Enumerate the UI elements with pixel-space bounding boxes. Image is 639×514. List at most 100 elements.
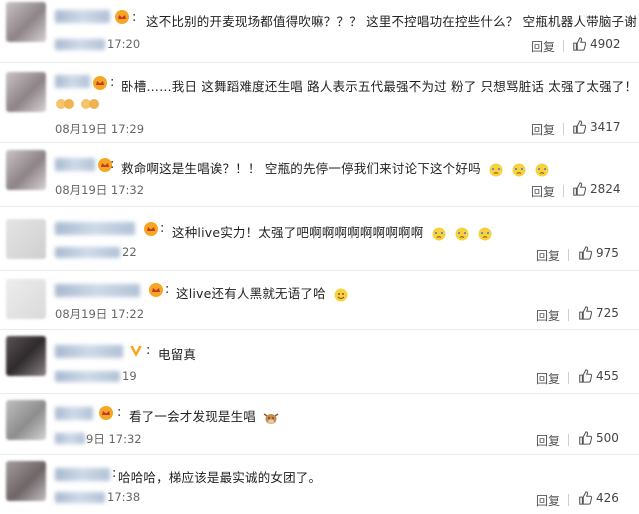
comment-time: 08月19日 17:29 bbox=[55, 122, 145, 136]
avatar[interactable] bbox=[6, 400, 46, 440]
like-button[interactable]: 500 bbox=[578, 431, 619, 445]
reply-button[interactable]: 回复 bbox=[536, 432, 560, 449]
colon: : bbox=[146, 343, 151, 358]
comment-row: : 看了一会才发现是生唱 9日 17:32 回复 500 bbox=[0, 394, 639, 455]
username[interactable] bbox=[55, 407, 93, 420]
reply-button[interactable]: 回复 bbox=[531, 183, 555, 200]
comment-text: 看了一会才发现是生唱 bbox=[129, 406, 279, 426]
thumbs-up-icon bbox=[579, 369, 592, 383]
vip-crown-icon bbox=[149, 283, 163, 297]
clapping-hands-icon bbox=[56, 99, 74, 109]
date-blur bbox=[55, 433, 85, 444]
thumbs-up-icon bbox=[579, 491, 592, 505]
thumbs-up-icon bbox=[573, 37, 586, 51]
avatar[interactable] bbox=[6, 2, 46, 42]
divider bbox=[568, 434, 569, 446]
thumbs-up-icon bbox=[573, 182, 586, 196]
avatar[interactable] bbox=[6, 72, 46, 112]
crying-face-icon bbox=[512, 163, 526, 176]
like-button[interactable]: 455 bbox=[578, 369, 619, 383]
avatar[interactable] bbox=[6, 279, 46, 319]
comment-row: : 救命啊这是生唱诶？！！ 空瓶的先停一停我们来讨论下这个好吗 08月19日 1… bbox=[0, 143, 639, 207]
reply-button[interactable]: 回复 bbox=[531, 38, 555, 55]
reply-button[interactable]: 回复 bbox=[536, 492, 560, 509]
comment-text: 这live还有人黑就无语了哈 bbox=[176, 283, 349, 303]
comment-list: : 这不比别的开麦现场都值得吹嘛？？？ 这里不控唱功在控些什么？ 空瓶机器人带脑… bbox=[0, 0, 639, 514]
vip-crown-icon bbox=[99, 406, 113, 420]
username[interactable] bbox=[55, 468, 110, 481]
comment-time: 19 bbox=[122, 369, 137, 383]
colon: : bbox=[160, 221, 165, 236]
crying-face-icon bbox=[432, 227, 446, 240]
like-count: 975 bbox=[596, 246, 619, 260]
comment-row: : 这不比别的开麦现场都值得吹嘛？？？ 这里不控唱功在控些什么？ 空瓶机器人带脑… bbox=[0, 0, 639, 63]
avatar[interactable] bbox=[6, 461, 46, 501]
comment-text: 这不比别的开麦现场都值得吹嘛？？？ 这里不控唱功在控些什么？ 空瓶机器人带脑子谢 bbox=[146, 14, 637, 29]
like-button[interactable]: 2824 bbox=[572, 182, 621, 196]
comment-text-content: 看了一会才发现是生唱 bbox=[129, 409, 257, 424]
reply-button[interactable]: 回复 bbox=[536, 307, 560, 324]
username[interactable] bbox=[55, 158, 95, 171]
like-count: 455 bbox=[596, 369, 619, 383]
avatar[interactable] bbox=[6, 336, 46, 376]
comment-text: 哈哈哈，梯应该是最实诚的女团了。 bbox=[118, 470, 322, 485]
like-count: 2824 bbox=[590, 182, 621, 196]
divider bbox=[568, 309, 569, 321]
comment-row: : 卧槽……我日 这舞蹈难度还生唱 路人表示五代最强不为过 粉了 只想骂脏话 太… bbox=[0, 63, 639, 143]
like-count: 4902 bbox=[590, 37, 621, 51]
reply-button[interactable]: 回复 bbox=[536, 247, 560, 264]
divider bbox=[563, 123, 564, 135]
comment-time: 17:38 bbox=[107, 490, 141, 504]
comment-time: 08月19日 17:22 bbox=[55, 307, 145, 321]
colon: : bbox=[117, 405, 122, 420]
username[interactable] bbox=[55, 75, 90, 88]
avatar[interactable] bbox=[6, 150, 46, 190]
comment-text: 卧槽……我日 这舞蹈难度还生唱 路人表示五代最强不为过 粉了 只想骂脏话 太强了… bbox=[121, 79, 639, 94]
like-count: 426 bbox=[596, 491, 619, 505]
vip-crown-icon bbox=[144, 222, 158, 236]
like-count: 725 bbox=[596, 306, 619, 320]
date-blur bbox=[55, 247, 120, 258]
emoji-line bbox=[55, 95, 100, 115]
colon: : bbox=[110, 157, 115, 172]
clapping-hands-icon bbox=[81, 99, 100, 109]
crying-face-icon bbox=[478, 227, 492, 240]
like-count: 3417 bbox=[590, 120, 621, 134]
username[interactable] bbox=[55, 10, 110, 23]
vip-crown-icon bbox=[93, 76, 107, 90]
reply-button[interactable]: 回复 bbox=[536, 370, 560, 387]
comment-text: 电留真 bbox=[158, 347, 197, 362]
like-button[interactable]: 426 bbox=[578, 491, 619, 505]
username[interactable] bbox=[55, 284, 140, 297]
date-blur bbox=[55, 492, 105, 503]
avatar[interactable] bbox=[6, 219, 46, 259]
crying-face-icon bbox=[535, 163, 549, 176]
crying-face-icon bbox=[455, 227, 469, 240]
date-blur bbox=[55, 39, 105, 50]
username[interactable] bbox=[55, 222, 135, 235]
verified-v-icon bbox=[130, 346, 142, 357]
comment-time: 17:20 bbox=[107, 37, 141, 51]
divider bbox=[563, 40, 564, 52]
thumbs-up-icon bbox=[579, 431, 592, 445]
like-button[interactable]: 725 bbox=[578, 306, 619, 320]
comment-row: : 这种live实力！太强了吧啊啊啊啊啊啊啊啊啊 22 回复 975 bbox=[0, 207, 639, 271]
colon: : bbox=[110, 75, 115, 90]
like-button[interactable]: 4902 bbox=[572, 37, 621, 51]
comment-row: : 这live还有人黑就无语了哈 08月19日 17:22 回复 725 bbox=[0, 271, 639, 330]
username[interactable] bbox=[55, 345, 123, 358]
grinning-face-icon bbox=[334, 288, 348, 301]
colon: : bbox=[132, 10, 137, 25]
reply-button[interactable]: 回复 bbox=[531, 121, 555, 138]
like-button[interactable]: 975 bbox=[578, 246, 619, 260]
divider bbox=[563, 185, 564, 197]
comment-text-content: 这live还有人黑就无语了哈 bbox=[176, 286, 326, 301]
date-blur bbox=[55, 371, 120, 382]
comment-time: 08月19日 17:32 bbox=[55, 183, 145, 197]
cow-face-icon bbox=[263, 412, 279, 424]
like-button[interactable]: 3417 bbox=[572, 120, 621, 134]
comment-row: : 哈哈哈，梯应该是最实诚的女团了。 17:38 回复 426 bbox=[0, 455, 639, 514]
comment-text-content: 救命啊这是生唱诶？！！ 空瓶的先停一停我们来讨论下这个好吗 bbox=[121, 161, 481, 176]
comment-time: 22 bbox=[122, 245, 137, 259]
thumbs-up-icon bbox=[579, 246, 592, 260]
